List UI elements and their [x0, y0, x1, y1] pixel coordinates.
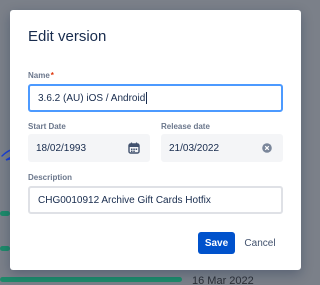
start-date-value: 18/02/1993	[36, 142, 87, 154]
description-value: CHG0010912 Archive Gift Cards Hotfix	[38, 194, 211, 206]
release-date-value: 21/03/2022	[169, 142, 220, 154]
progress-bar	[0, 211, 10, 216]
start-date-label: Start Date	[28, 122, 66, 131]
progress-bar	[0, 246, 10, 251]
name-input[interactable]: 3.6.2 (AU) iOS / Android	[28, 84, 283, 112]
release-date-picker[interactable]: 21/03/2022	[161, 134, 283, 162]
dialog-title: Edit version	[28, 28, 107, 45]
cancel-button[interactable]: Cancel	[240, 232, 280, 254]
start-date-picker[interactable]: 18/02/1993	[28, 134, 150, 162]
name-label: Name*	[28, 71, 54, 80]
calendar-icon[interactable]	[128, 142, 140, 154]
edit-version-dialog: Edit version Name* 3.6.2 (AU) iOS / Andr…	[10, 10, 301, 270]
clear-icon[interactable]	[262, 143, 272, 153]
description-label: Description	[28, 173, 73, 182]
progress-bar	[0, 277, 182, 282]
name-input-value: 3.6.2 (AU) iOS / Android	[38, 92, 146, 104]
text-caret	[146, 92, 148, 104]
required-marker: *	[50, 71, 54, 80]
name-label-text: Name	[28, 71, 50, 80]
release-date-label: Release date	[161, 122, 210, 131]
description-input[interactable]: CHG0010912 Archive Gift Cards Hotfix	[28, 186, 283, 214]
save-button[interactable]: Save	[198, 232, 235, 254]
background-date: 16 Mar 2022	[192, 275, 254, 285]
